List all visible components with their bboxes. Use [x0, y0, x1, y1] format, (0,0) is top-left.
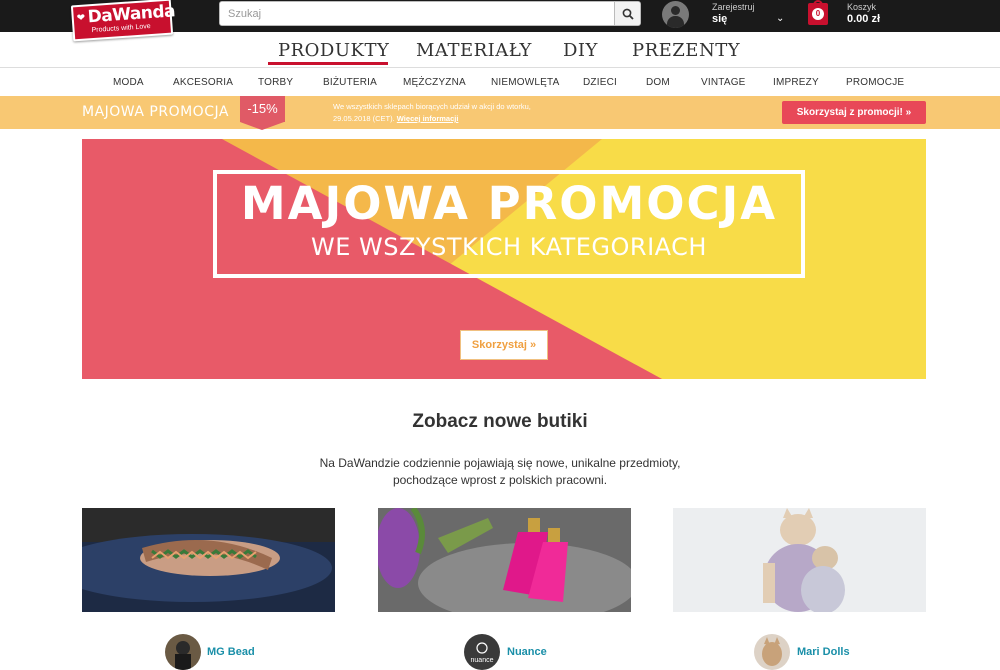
category-dzieci[interactable]: DZIECI: [583, 77, 617, 88]
hero-subtitle: WE WSZYSTKICH KATEGORIACH: [311, 233, 707, 261]
shop-name-mari-dolls[interactable]: Mari Dolls: [797, 646, 850, 658]
search-input[interactable]: [220, 2, 616, 25]
category-nav: MODA AKCESORIA TORBY BIŻUTERIA MĘŻCZYZNA…: [0, 68, 1000, 96]
shop-image-nuance[interactable]: [378, 508, 631, 612]
section-description: Na DaWandzie codziennie pojawiają się no…: [319, 456, 681, 487]
category-bizuteria[interactable]: BIŻUTERIA: [323, 77, 377, 88]
login-label[interactable]: się: [712, 13, 727, 25]
main-nav: PRODUKTY MATERIAŁY DIY PREZENTY: [0, 32, 1000, 68]
hero-title: MAJOWA PROMOCJA: [240, 177, 778, 230]
promo-title: MAJOWA PROMOCJA: [82, 104, 229, 120]
tab-prezenty[interactable]: PREZENTY: [632, 40, 740, 61]
category-dom[interactable]: DOM: [646, 77, 670, 88]
discount-badge: -15%: [240, 96, 285, 122]
promo-description: We wszystkich sklepach biorących udział …: [333, 101, 563, 125]
nuance-logo-text: nuance: [471, 657, 494, 664]
shop-avatar-nuance[interactable]: nuance: [464, 634, 500, 670]
category-promocje[interactable]: PROMOCJE: [846, 77, 904, 88]
tab-materialy[interactable]: MATERIAŁY: [416, 40, 532, 61]
cart-total[interactable]: 0.00 zł: [847, 13, 880, 25]
category-niemowleta[interactable]: NIEMOWLĘTA: [491, 77, 559, 88]
active-tab-indicator: [268, 62, 388, 65]
shop-name-nuance[interactable]: Nuance: [507, 646, 547, 658]
tab-diy[interactable]: DIY: [563, 40, 598, 61]
promo-more-link[interactable]: Więcej informacji: [397, 114, 459, 123]
shop-image-mari-dolls[interactable]: [673, 508, 926, 612]
hero-banner[interactable]: MAJOWA PROMOCJA WE WSZYSTKICH KATEGORIAC…: [82, 139, 926, 379]
category-torby[interactable]: TORBY: [258, 77, 293, 88]
discount-badge-tip: [240, 122, 284, 130]
promo-button[interactable]: Skorzystaj z promocji! »: [782, 101, 926, 124]
chevron-down-icon[interactable]: ⌄: [776, 13, 784, 24]
heart-icon: ❤: [76, 12, 86, 25]
tab-produkty[interactable]: PRODUKTY: [278, 40, 389, 61]
hero-cta-button[interactable]: Skorzystaj »: [460, 330, 548, 360]
shop-avatar-mg-bead[interactable]: [165, 634, 201, 670]
shop-avatar-mari-dolls[interactable]: [754, 634, 790, 670]
user-avatar-icon[interactable]: [662, 1, 689, 28]
dawanda-logo[interactable]: ❤ DaWanda Products with Love: [70, 0, 176, 42]
shop-name-mg-bead[interactable]: MG Bead: [207, 646, 255, 658]
category-imprezy[interactable]: IMPREZY: [773, 77, 819, 88]
cart-count-badge: 0: [812, 8, 824, 20]
search-box: [219, 1, 641, 26]
register-label[interactable]: Zarejestruj: [712, 2, 755, 12]
category-moda[interactable]: MODA: [113, 77, 144, 88]
category-akcesoria[interactable]: AKCESORIA: [173, 77, 233, 88]
section-title: Zobacz nowe butiki: [412, 411, 588, 432]
shop-image-mg-bead[interactable]: [82, 508, 335, 612]
cart-label[interactable]: Koszyk: [847, 2, 876, 12]
search-button[interactable]: [614, 2, 640, 25]
category-vintage[interactable]: VINTAGE: [701, 77, 746, 88]
category-mezczyzna[interactable]: MĘŻCZYZNA: [403, 77, 466, 88]
cart-icon[interactable]: 0: [808, 0, 828, 25]
search-icon: [622, 8, 634, 20]
